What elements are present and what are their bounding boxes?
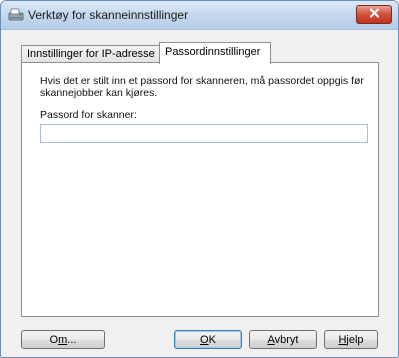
password-settings-panel: Hvis det er stilt inn et passord for ska… (21, 62, 379, 317)
tab-password-settings[interactable]: Passordinnstillinger (159, 42, 271, 64)
ok-button[interactable]: OK (174, 330, 242, 349)
tab-label: Innstillinger for IP-adresse (27, 48, 155, 60)
password-label: Passord for skanner: (40, 109, 137, 121)
password-description: Hvis det er stilt inn et passord for ska… (40, 75, 364, 99)
scanner-settings-icon (8, 8, 24, 22)
ok-button-label: OK (200, 333, 216, 346)
cancel-button[interactable]: Avbryt (249, 330, 317, 349)
about-button[interactable]: Om... (21, 330, 105, 349)
title-bar[interactable]: Verktøy for skanneinnstillinger (1, 1, 398, 30)
tab-ip-address-settings[interactable]: Innstillinger for IP-adresse (21, 45, 167, 63)
close-icon (369, 8, 380, 21)
about-button-label: Om... (49, 333, 77, 346)
tab-label: Passordinnstillinger (165, 46, 261, 58)
close-button[interactable] (356, 5, 392, 24)
help-button-label: Hjelp (338, 333, 364, 346)
scanner-password-input[interactable] (40, 124, 368, 143)
window-title: Verktøy for skanneinnstillinger (28, 8, 189, 22)
dialog-window: Verktøy for skanneinnstillinger Innstill… (0, 0, 399, 358)
cancel-button-label: Avbryt (267, 333, 299, 346)
help-button[interactable]: Hjelp (324, 330, 378, 349)
